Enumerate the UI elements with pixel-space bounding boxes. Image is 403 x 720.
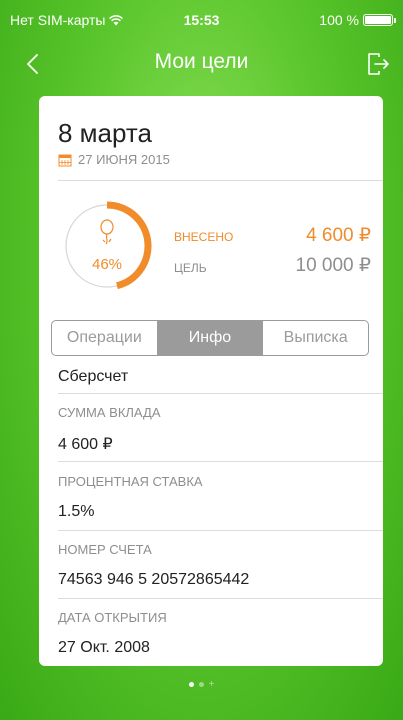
progress-ring: 46% xyxy=(59,198,155,294)
goal-date: 27 ИЮНЯ 2015 xyxy=(58,152,170,167)
tab-statement[interactable]: Выписка xyxy=(262,321,368,355)
deposit-amount-value: 4 600 ₽ xyxy=(58,436,113,453)
page-dot xyxy=(198,682,204,687)
open-date-label: ДАТА ОТКРЫТИЯ xyxy=(58,610,167,625)
add-page-icon: + xyxy=(208,679,215,690)
divider xyxy=(58,180,383,181)
target-label: ЦЕЛЬ xyxy=(174,261,207,275)
progress-percent: 46% xyxy=(91,256,123,273)
progress-ring-graphic xyxy=(62,201,152,291)
divider xyxy=(58,461,383,462)
account-number-value: 74563 946 5 20572865442 xyxy=(58,571,250,588)
status-right: 100 % xyxy=(319,12,396,28)
interest-rate-label: ПРОЦЕНТНАЯ СТАВКА xyxy=(58,474,203,489)
divider xyxy=(58,393,383,394)
divider xyxy=(58,598,383,599)
status-bar: Нет SIM-карты 15:53 100 % xyxy=(0,0,403,40)
target-value: 10 000 ₽ xyxy=(295,255,371,276)
battery-percent: 100 % xyxy=(319,12,359,28)
page-title: Мои цели xyxy=(154,50,249,73)
deposited-value: 4 600 ₽ xyxy=(306,225,371,246)
tab-operations[interactable]: Операции xyxy=(52,321,157,355)
exit-icon[interactable] xyxy=(365,51,391,77)
goal-card: 8 марта 27 ИЮНЯ 2015 46% ВНЕСЕНО 4 600 ₽… xyxy=(39,96,383,666)
deposit-amount-label: СУММА ВКЛАДА xyxy=(58,405,161,420)
divider xyxy=(58,530,383,531)
balloon-icon xyxy=(100,219,114,245)
open-date-value: 27 Окт. 2008 xyxy=(58,639,150,656)
tab-info[interactable]: Инфо xyxy=(156,321,263,355)
tabs-segmented-control: Операции Инфо Выписка xyxy=(51,320,369,356)
nav-bar: Мои цели xyxy=(0,40,403,88)
battery-icon xyxy=(363,14,396,26)
calendar-icon xyxy=(58,154,72,166)
account-type: Сберсчет xyxy=(58,368,129,385)
page-dot-active xyxy=(188,682,194,687)
goal-title: 8 марта xyxy=(58,118,152,148)
deposited-label: ВНЕСЕНО xyxy=(174,230,234,244)
interest-rate-value: 1.5% xyxy=(58,503,95,520)
account-number-label: НОМЕР СЧЕТА xyxy=(58,542,152,557)
page-indicator[interactable]: + xyxy=(0,679,403,690)
goal-date-text: 27 ИЮНЯ 2015 xyxy=(78,152,170,167)
